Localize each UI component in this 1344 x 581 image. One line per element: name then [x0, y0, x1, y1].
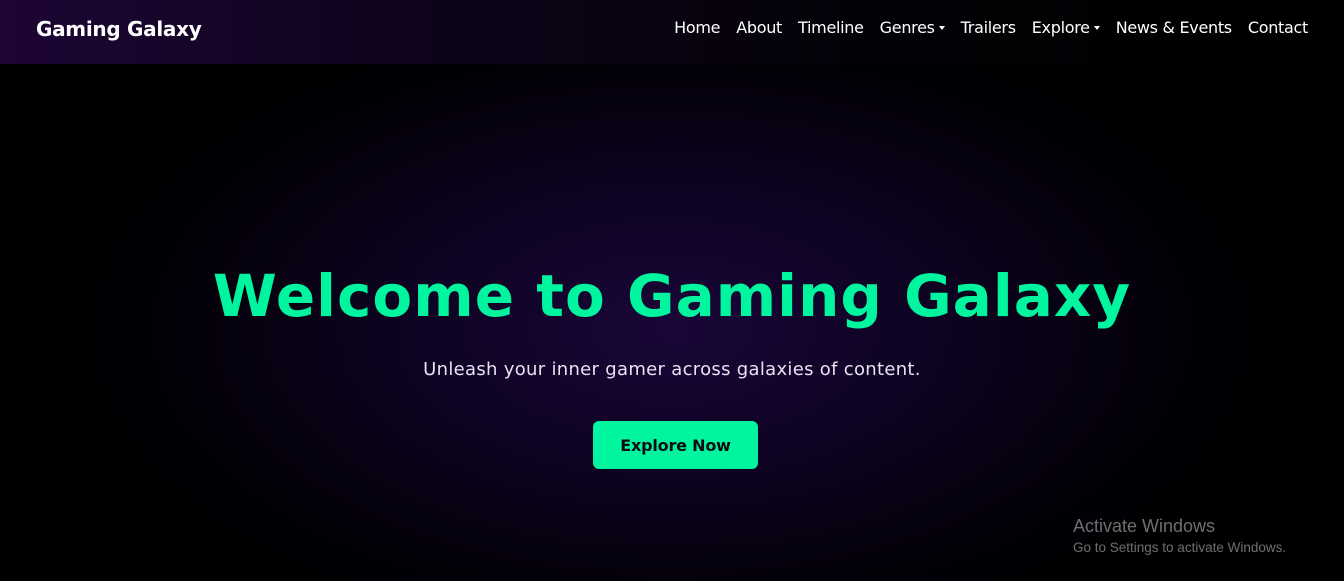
- nav-item-about[interactable]: About: [736, 18, 782, 37]
- nav-item-timeline[interactable]: Timeline: [798, 18, 864, 37]
- nav-item-label: Contact: [1247, 18, 1308, 37]
- nav-item-label: About: [736, 18, 783, 37]
- nav-item-label: Trailers: [960, 18, 1016, 37]
- nav-item-label: News & Events: [1115, 18, 1232, 37]
- caret-down-icon: [1093, 25, 1100, 30]
- nav-item-genres[interactable]: Genres: [880, 18, 945, 37]
- nav-links: Home About Timeline Genres Trailers Expl…: [674, 18, 1308, 37]
- nav-item-contact[interactable]: Contact: [1248, 18, 1308, 37]
- nav-item-explore[interactable]: Explore: [1032, 18, 1100, 37]
- nav-item-label: Explore: [1031, 18, 1090, 37]
- explore-now-button[interactable]: Explore Now: [593, 421, 758, 469]
- activate-windows-title: Activate Windows: [1073, 516, 1216, 536]
- navbar: Gaming Galaxy Home About Timeline Genres…: [0, 0, 1344, 64]
- nav-item-home[interactable]: Home: [674, 18, 720, 37]
- caret-down-icon: [938, 25, 945, 30]
- nav-item-trailers[interactable]: Trailers: [961, 18, 1016, 37]
- nav-item-label: Home: [674, 18, 721, 37]
- activate-windows-subtitle: Go to Settings to activate Windows.: [1073, 540, 1287, 555]
- nav-item-label: Timeline: [798, 18, 864, 37]
- hero-subtitle: Unleash your inner gamer across galaxies…: [423, 359, 921, 380]
- nav-item-label: Genres: [879, 18, 935, 37]
- hero-title: Welcome to Gaming Galaxy: [212, 262, 1132, 330]
- hero-section: Welcome to Gaming Galaxy Unleash your in…: [0, 0, 1344, 581]
- brand-logo[interactable]: Gaming Galaxy: [36, 17, 202, 41]
- activate-windows-watermark: Activate Windows Go to Settings to activ…: [1073, 515, 1286, 559]
- nav-item-news-events[interactable]: News & Events: [1116, 18, 1232, 37]
